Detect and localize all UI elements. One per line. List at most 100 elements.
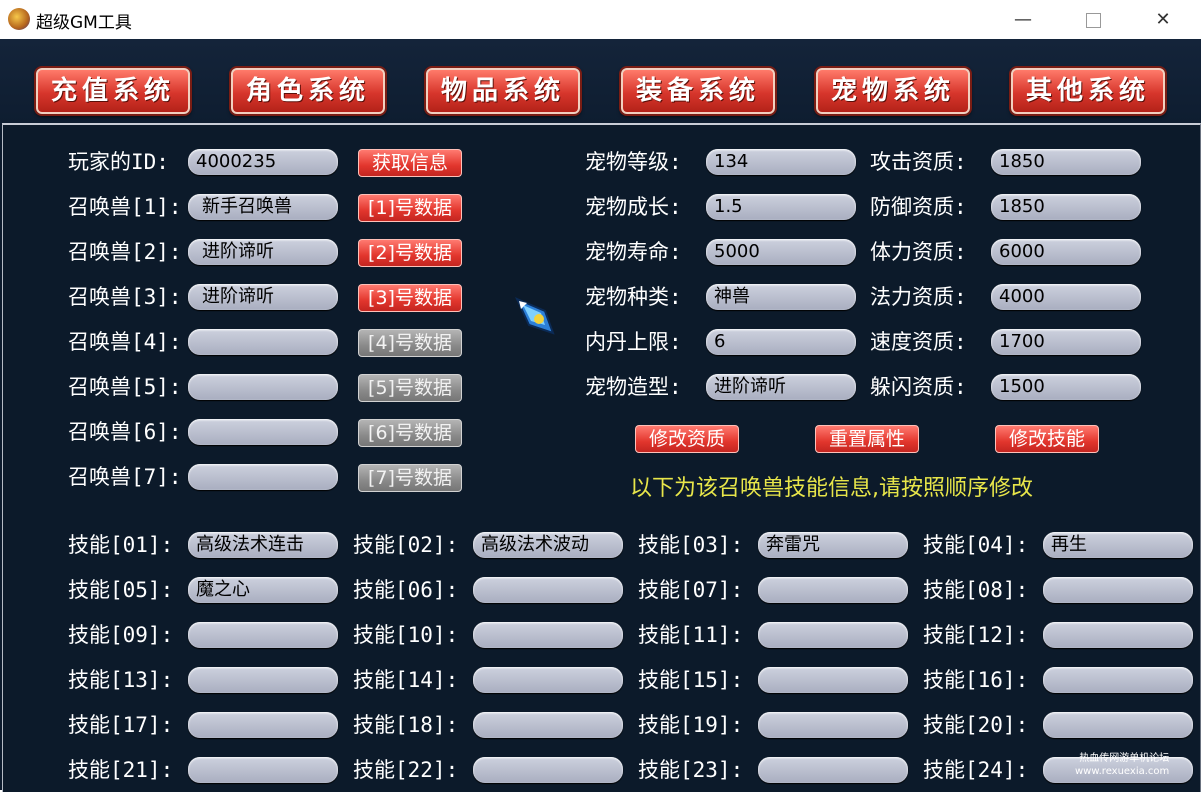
site-watermark: 热血传网游单机论坛 www.rexuexia.com (1075, 752, 1169, 778)
skill-label: 技能[21]: (68, 758, 174, 782)
player-id-label: 玩家的ID: (68, 150, 169, 174)
summon-label: 召唤兽[4]: (68, 330, 182, 354)
stamina-aptitude-field[interactable]: 6000 (991, 239, 1141, 265)
skill-label: 技能[04]: (923, 533, 1029, 557)
summon-data-button[interactable]: [1]号数据 (358, 194, 462, 222)
skill-field[interactable] (473, 667, 623, 693)
skill-label: 技能[07]: (638, 578, 744, 602)
skill-field[interactable] (188, 667, 338, 693)
skill-notice-text: 以下为该召唤兽技能信息,请按照顺序修改 (630, 476, 1033, 501)
summon-data-button[interactable]: [5]号数据 (358, 374, 462, 402)
skill-field[interactable] (188, 757, 338, 783)
pet-stat-label: 宠物造型: (585, 375, 682, 399)
skill-label: 技能[01]: (68, 533, 174, 557)
minimize-button[interactable]: — (1000, 0, 1046, 39)
skill-field[interactable] (758, 757, 908, 783)
skill-field[interactable]: 高级法术连击 (188, 532, 338, 558)
pet-stat-label: 内丹上限: (585, 330, 682, 354)
skill-field[interactable] (758, 577, 908, 603)
defense-aptitude-field[interactable]: 1850 (991, 194, 1141, 220)
summon-field[interactable] (188, 329, 338, 355)
reset-attributes-button[interactable]: 重置属性 (815, 425, 919, 453)
skill-field[interactable] (188, 622, 338, 648)
summon-data-button[interactable]: [3]号数据 (358, 284, 462, 312)
skill-label: 技能[18]: (353, 713, 459, 737)
pet-stat-label: 宠物寿命: (585, 240, 682, 264)
inner-core-limit-field[interactable]: 6 (706, 329, 856, 355)
close-button[interactable]: ✕ (1140, 0, 1186, 39)
skill-label: 技能[02]: (353, 533, 459, 557)
summon-data-button[interactable]: [6]号数据 (358, 419, 462, 447)
skill-label: 技能[17]: (68, 713, 174, 737)
skill-field[interactable] (188, 712, 338, 738)
pet-model-field[interactable]: 进阶谛听 (706, 374, 856, 400)
maximize-button[interactable] (1070, 0, 1116, 39)
dodge-aptitude-field[interactable]: 1500 (991, 374, 1141, 400)
skill-field[interactable] (758, 667, 908, 693)
summon-data-button[interactable]: [4]号数据 (358, 329, 462, 357)
skill-field[interactable] (1043, 667, 1193, 693)
summon-label: 召唤兽[2]: (68, 240, 182, 264)
skill-field[interactable]: 奔雷咒 (758, 532, 908, 558)
nav-other-button[interactable]: 其他系统 (1011, 68, 1165, 114)
skill-label: 技能[09]: (68, 623, 174, 647)
modify-skills-button[interactable]: 修改技能 (995, 425, 1099, 453)
summon-field[interactable] (188, 464, 338, 490)
skill-field[interactable]: 再生 (1043, 532, 1193, 558)
aptitude-label: 躲闪资质: (870, 375, 967, 399)
nav-recharge-button[interactable]: 充值系统 (36, 68, 190, 114)
mana-aptitude-field[interactable]: 4000 (991, 284, 1141, 310)
skill-field[interactable] (758, 622, 908, 648)
skill-label: 技能[12]: (923, 623, 1029, 647)
window-titlebar: 超级GM工具 — ✕ (0, 0, 1201, 39)
skill-field[interactable] (473, 622, 623, 648)
watermark-line: 热血传网游单机论坛 (1079, 753, 1170, 764)
aptitude-label: 法力资质: (870, 285, 967, 309)
summon-data-button[interactable]: [2]号数据 (358, 239, 462, 267)
nav-pet-button[interactable]: 宠物系统 (816, 68, 970, 114)
skill-field[interactable] (1043, 577, 1193, 603)
skill-field[interactable] (758, 712, 908, 738)
pet-stat-label: 宠物种类: (585, 285, 682, 309)
summon-label: 召唤兽[3]: (68, 285, 182, 309)
summon-field[interactable]: 新手召唤兽 (188, 194, 338, 220)
summon-field[interactable] (188, 374, 338, 400)
aptitude-label: 体力资质: (870, 240, 967, 264)
aptitude-label: 防御资质: (870, 195, 967, 219)
app-logo-icon (8, 8, 30, 30)
pet-level-field[interactable]: 134 (706, 149, 856, 175)
pet-lifespan-field[interactable]: 5000 (706, 239, 856, 265)
speed-aptitude-field[interactable]: 1700 (991, 329, 1141, 355)
skill-field[interactable] (473, 757, 623, 783)
skill-field[interactable] (1043, 712, 1193, 738)
fetch-info-button[interactable]: 获取信息 (358, 149, 462, 177)
summon-data-button[interactable]: [7]号数据 (358, 464, 462, 492)
skill-label: 技能[13]: (68, 668, 174, 692)
skill-label: 技能[06]: (353, 578, 459, 602)
skill-field[interactable] (473, 577, 623, 603)
skill-field[interactable] (1043, 622, 1193, 648)
summon-label: 召唤兽[7]: (68, 465, 182, 489)
summon-field[interactable]: 进阶谛听 (188, 239, 338, 265)
summon-field[interactable]: 进阶谛听 (188, 284, 338, 310)
player-id-field[interactable]: 4000235 (188, 149, 338, 175)
summon-field[interactable] (188, 419, 338, 445)
skill-label: 技能[08]: (923, 578, 1029, 602)
modify-aptitude-button[interactable]: 修改资质 (635, 425, 739, 453)
skill-field[interactable] (473, 712, 623, 738)
skill-label: 技能[11]: (638, 623, 744, 647)
nav-items-button[interactable]: 物品系统 (426, 68, 580, 114)
skill-label: 技能[19]: (638, 713, 744, 737)
skill-label: 技能[20]: (923, 713, 1029, 737)
skill-field[interactable]: 高级法术波动 (473, 532, 623, 558)
skill-label: 技能[16]: (923, 668, 1029, 692)
nav-character-button[interactable]: 角色系统 (231, 68, 385, 114)
attack-aptitude-field[interactable]: 1850 (991, 149, 1141, 175)
skill-field[interactable]: 魔之心 (188, 577, 338, 603)
pet-type-field[interactable]: 神兽 (706, 284, 856, 310)
skill-label: 技能[03]: (638, 533, 744, 557)
skill-label: 技能[14]: (353, 668, 459, 692)
nav-equipment-button[interactable]: 装备系统 (621, 68, 775, 114)
skill-label: 技能[10]: (353, 623, 459, 647)
pet-growth-field[interactable]: 1.5 (706, 194, 856, 220)
